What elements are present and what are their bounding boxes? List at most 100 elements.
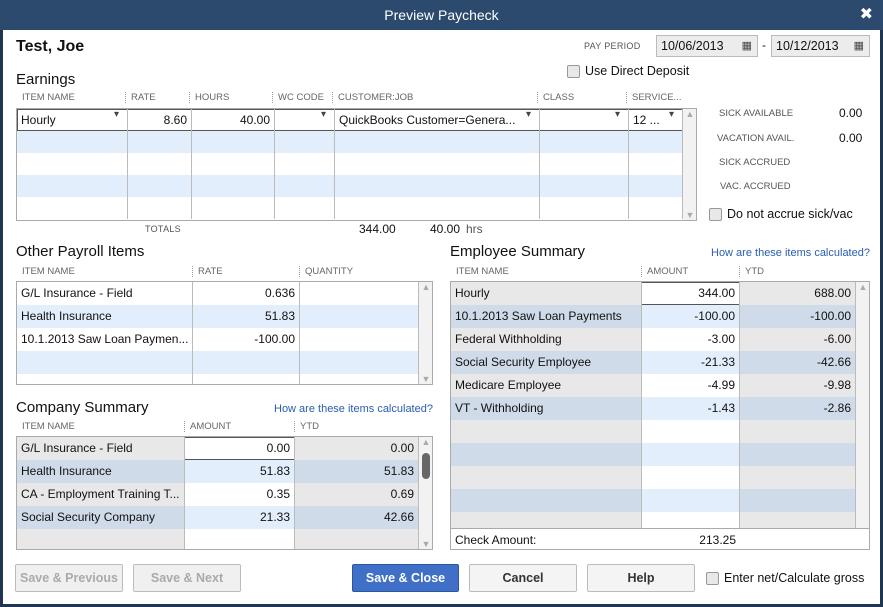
close-icon[interactable]: ✖: [860, 0, 873, 30]
table-row[interactable]: [17, 374, 419, 384]
table-cell[interactable]: [740, 443, 856, 466]
table-row[interactable]: ▾ Hourly 8.60 40.00 ▾ ▾ QuickBooks Customer=Ge…: [17, 109, 683, 131]
table-cell[interactable]: 688.00: [740, 282, 856, 305]
table-cell[interactable]: [451, 466, 642, 489]
table-row[interactable]: Social Security Company 21.33 42.66: [17, 506, 419, 529]
table-cell[interactable]: QuickBooks Customer=Genera...: [335, 109, 540, 131]
column-header[interactable]: ITEM NAME: [22, 266, 75, 277]
table-cell[interactable]: [335, 131, 540, 153]
table-cell[interactable]: [17, 529, 185, 549]
table-cell[interactable]: -100.00: [642, 305, 740, 328]
table-cell[interactable]: [642, 466, 740, 489]
checkbox-icon[interactable]: [706, 572, 719, 586]
table-row[interactable]: [17, 153, 683, 175]
save-close-button[interactable]: Save & Close: [352, 564, 459, 592]
table-cell[interactable]: [128, 197, 192, 219]
column-header[interactable]: AMOUNT: [184, 421, 231, 432]
table-cell[interactable]: [295, 529, 419, 549]
table-cell[interactable]: Federal Withholding: [451, 328, 642, 351]
direct-deposit-checkbox[interactable]: Use Direct Deposit: [567, 64, 689, 79]
table-row[interactable]: 10.1.2013 Saw Loan Payments -100.00 -100.0…: [451, 305, 856, 328]
table-row[interactable]: Medicare Employee -4.99 -9.98: [451, 374, 856, 397]
column-header[interactable]: ITEM NAME: [22, 92, 75, 103]
table-cell[interactable]: 51.83: [295, 460, 419, 483]
table-row[interactable]: CA - Employment Training T... 0.35 0.69: [17, 483, 419, 506]
table-cell[interactable]: [17, 197, 128, 219]
table-row[interactable]: 10.1.2013 Saw Loan Paymen... -100.00: [17, 328, 419, 351]
column-header[interactable]: YTD: [739, 266, 764, 277]
table-row[interactable]: Federal Withholding -3.00 -6.00: [451, 328, 856, 351]
table-cell[interactable]: 42.66: [295, 506, 419, 529]
table-cell[interactable]: [642, 443, 740, 466]
calendar-icon[interactable]: ▦: [854, 36, 864, 56]
table-row[interactable]: VT - Withholding -1.43 -2.86: [451, 397, 856, 420]
column-header[interactable]: WC CODE: [272, 92, 324, 103]
table-cell[interactable]: [128, 175, 192, 197]
table-cell[interactable]: [185, 529, 295, 549]
table-cell[interactable]: [275, 131, 335, 153]
table-cell[interactable]: Health Insurance: [17, 305, 193, 328]
table-row[interactable]: G/L Insurance - Field 0.00 0.00: [17, 437, 419, 460]
table-row[interactable]: [451, 489, 856, 512]
table-row[interactable]: Health Insurance 51.83 51.83: [17, 460, 419, 483]
scrollbar-thumb[interactable]: [422, 453, 430, 479]
table-row[interactable]: [17, 197, 683, 219]
table-cell[interactable]: [193, 374, 300, 384]
column-header[interactable]: RATE: [125, 92, 156, 103]
table-cell[interactable]: 0.00: [185, 437, 295, 460]
column-header[interactable]: ITEM NAME: [22, 421, 75, 432]
table-row[interactable]: [451, 443, 856, 466]
scroll-up-icon[interactable]: ▲: [856, 282, 869, 292]
table-cell[interactable]: 0.69: [295, 483, 419, 506]
scrollbar[interactable]: ▲▼: [856, 282, 869, 549]
table-cell[interactable]: 51.83: [193, 305, 300, 328]
table-cell[interactable]: [300, 282, 419, 305]
do-not-accrue-checkbox[interactable]: Do not accrue sick/vac: [709, 207, 853, 222]
table-cell[interactable]: -1.43: [642, 397, 740, 420]
table-cell[interactable]: -2.86: [740, 397, 856, 420]
table-cell[interactable]: [335, 197, 540, 219]
table-row[interactable]: [17, 529, 419, 549]
earnings-table[interactable]: ▾ Hourly 8.60 40.00 ▾ ▾ QuickBooks Customer=Ge…: [16, 108, 697, 221]
save-next-button[interactable]: Save & Next: [133, 564, 241, 592]
table-cell[interactable]: [642, 420, 740, 443]
table-cell[interactable]: [17, 374, 193, 384]
table-cell[interactable]: 12 ...: [629, 109, 683, 131]
company-summary-table[interactable]: G/L Insurance - Field 0.00 0.00 Health Insu…: [16, 436, 433, 550]
scroll-down-icon[interactable]: ▼: [419, 374, 432, 384]
table-cell[interactable]: [629, 153, 683, 175]
save-previous-button[interactable]: Save & Previous: [15, 564, 123, 592]
table-cell[interactable]: [451, 443, 642, 466]
table-cell[interactable]: [193, 351, 300, 374]
help-button[interactable]: Help: [587, 564, 695, 592]
table-cell[interactable]: G/L Insurance - Field: [17, 282, 193, 305]
cancel-button[interactable]: Cancel: [469, 564, 577, 592]
checkbox-icon[interactable]: [567, 65, 580, 79]
table-cell[interactable]: [17, 351, 193, 374]
table-cell[interactable]: 51.83: [185, 460, 295, 483]
other-payroll-table[interactable]: G/L Insurance - Field 0.636 Health Insuran…: [16, 281, 433, 385]
table-cell[interactable]: [642, 489, 740, 512]
table-cell[interactable]: [128, 131, 192, 153]
column-header[interactable]: ITEM NAME: [456, 266, 509, 277]
enter-net-checkbox[interactable]: Enter net/Calculate gross: [706, 571, 864, 586]
table-cell[interactable]: [192, 153, 275, 175]
table-cell[interactable]: Social Security Company: [17, 506, 185, 529]
table-cell[interactable]: 0.00: [295, 437, 419, 460]
column-header[interactable]: CUSTOMER:JOB: [332, 92, 413, 103]
table-cell[interactable]: 8.60: [128, 109, 192, 131]
table-row[interactable]: [451, 466, 856, 489]
table-row[interactable]: Social Security Employee -21.33 -42.66: [451, 351, 856, 374]
scroll-up-icon[interactable]: ▲: [683, 109, 696, 119]
table-cell[interactable]: [192, 197, 275, 219]
table-row[interactable]: [17, 175, 683, 197]
table-cell[interactable]: [128, 153, 192, 175]
table-cell[interactable]: [451, 420, 642, 443]
table-cell[interactable]: 21.33: [185, 506, 295, 529]
table-cell[interactable]: Hourly: [451, 282, 642, 305]
table-cell[interactable]: -21.33: [642, 351, 740, 374]
table-cell[interactable]: [740, 420, 856, 443]
table-cell[interactable]: [540, 175, 629, 197]
table-cell[interactable]: [300, 328, 419, 351]
company-calc-link[interactable]: How are these items calculated?: [274, 403, 433, 415]
